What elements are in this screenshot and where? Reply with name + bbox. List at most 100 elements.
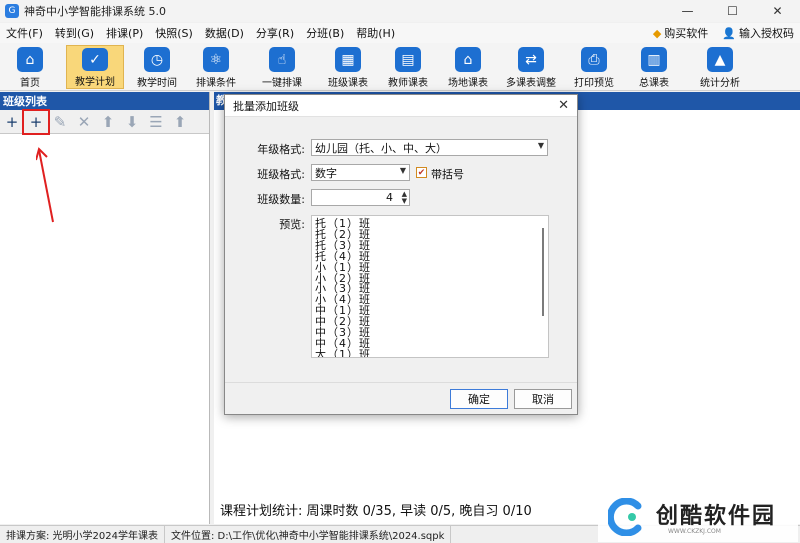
master-timetable-button[interactable]: ▥ 总课表 bbox=[630, 45, 678, 89]
buy-software-label: 购买软件 bbox=[664, 27, 709, 40]
preview-list[interactable]: 托（1）班 托（2）班 托（3）班 托（4）班 小（1）班 小（2）班 小（3）… bbox=[311, 215, 549, 358]
title-bar: G 神奇中小学智能排课系统 5.0 — ☐ ✕ bbox=[0, 0, 800, 22]
preview-scrollbar[interactable] bbox=[542, 228, 544, 316]
maximize-icon[interactable]: ☐ bbox=[710, 0, 755, 22]
menu-goto[interactable]: 转到(G) bbox=[49, 25, 100, 41]
one-click-schedule-label: 一键排课 bbox=[262, 78, 302, 89]
multi-timetable-adjust-button[interactable]: ⇄ 多课表调整 bbox=[500, 45, 562, 89]
diamond-icon: ◆ bbox=[652, 27, 662, 40]
batch-add-icon[interactable]: + bbox=[22, 108, 50, 135]
stepper-arrows-icon[interactable]: ▲ ▼ bbox=[402, 191, 407, 205]
class-format-label: 班级格式: bbox=[257, 168, 305, 181]
dialog-footer: 确定 取消 bbox=[225, 382, 577, 414]
move-up-icon[interactable]: ⬆ bbox=[96, 111, 120, 133]
watermark-url: WWW.CKZKJ.COM bbox=[668, 528, 721, 535]
watermark-text: 创酷软件园 bbox=[656, 504, 777, 529]
building-icon: ⌂ bbox=[455, 47, 481, 72]
conditions-icon: ⚛ bbox=[203, 47, 229, 72]
chevron-down-icon: ▼ bbox=[399, 166, 406, 175]
brand-logo-icon bbox=[608, 498, 642, 536]
class-list[interactable] bbox=[0, 138, 209, 524]
menu-share[interactable]: 分享(R) bbox=[250, 25, 300, 41]
batch-add-class-dialog: 批量添加班级 ✕ 年级格式: 幼儿园（托、小、中、大） ▼ 班级格式: 数字 ▼… bbox=[224, 94, 578, 415]
app-icon: G bbox=[5, 4, 19, 18]
close-window-icon[interactable]: ✕ bbox=[755, 0, 800, 22]
move-top-icon[interactable]: ⬆ bbox=[168, 111, 192, 133]
class-count-value: 4 bbox=[386, 191, 393, 204]
license-label: 输入授权码 bbox=[739, 27, 794, 40]
menu-schedule[interactable]: 排课(P) bbox=[100, 25, 149, 41]
teacher-icon: ▤ bbox=[395, 47, 421, 72]
license-link[interactable]: 👤 输入授权码 bbox=[722, 25, 794, 41]
menu-snapshot[interactable]: 快照(S) bbox=[149, 25, 199, 41]
venue-timetable-button[interactable]: ⌂ 场地课表 bbox=[442, 45, 494, 89]
user-icon: 👤 bbox=[722, 27, 736, 40]
class-list-title: 班级列表 bbox=[0, 92, 209, 110]
venue-timetable-label: 场地课表 bbox=[448, 78, 488, 89]
class-format-value: 数字 bbox=[315, 166, 337, 180]
bracket-checkbox[interactable]: ✔ bbox=[416, 167, 427, 178]
bracket-checkbox-label: 带括号 bbox=[431, 168, 464, 181]
main-toolbar: ⌂ 首页 ✓ 教学计划 ◷ 教学时间 ⚛ 排课条件 ☝ 一键排课 ▦ 班级课表 … bbox=[0, 43, 800, 91]
multi-timetable-adjust-label: 多课表调整 bbox=[506, 78, 556, 89]
menu-file[interactable]: 文件(F) bbox=[0, 25, 49, 41]
chevron-down-icon: ▼ bbox=[537, 141, 544, 150]
teaching-plan-button[interactable]: ✓ 教学计划 bbox=[66, 45, 124, 89]
printer-icon: ⎙ bbox=[581, 47, 607, 72]
teaching-time-label: 教学时间 bbox=[137, 78, 177, 89]
home-label: 首页 bbox=[20, 78, 40, 89]
minimize-icon[interactable]: — bbox=[665, 0, 710, 22]
schedule-conditions-label: 排课条件 bbox=[196, 78, 236, 89]
class-count-stepper[interactable]: 4 ▲ ▼ bbox=[311, 189, 410, 206]
class-timetable-button[interactable]: ▦ 班级课表 bbox=[322, 45, 374, 89]
class-count-label: 班级数量: bbox=[257, 193, 305, 206]
delete-icon[interactable]: ✕ bbox=[72, 111, 96, 133]
teaching-plan-label: 教学计划 bbox=[75, 77, 115, 88]
dialog-close-icon[interactable]: ✕ bbox=[558, 98, 569, 113]
grade-format-select[interactable]: 幼儿园（托、小、中、大） ▼ bbox=[311, 139, 548, 156]
add-icon[interactable]: + bbox=[0, 111, 24, 133]
ok-button[interactable]: 确定 bbox=[450, 389, 508, 409]
buy-software-link[interactable]: ◆ 购买软件 bbox=[653, 25, 708, 41]
calendar-grid-icon: ▦ bbox=[335, 47, 361, 72]
cancel-button[interactable]: 取消 bbox=[514, 389, 572, 409]
menu-help[interactable]: 帮助(H) bbox=[350, 25, 401, 41]
preview-line: 大（1）班 bbox=[315, 347, 371, 358]
one-click-schedule-button[interactable]: ☝ 一键排课 bbox=[256, 45, 308, 89]
adjust-icon: ⇄ bbox=[518, 47, 544, 72]
print-preview-button[interactable]: ⎙ 打印预览 bbox=[568, 45, 620, 89]
home-button[interactable]: ⌂ 首页 bbox=[8, 45, 52, 89]
class-format-select[interactable]: 数字 ▼ bbox=[311, 164, 410, 181]
schedule-conditions-button[interactable]: ⚛ 排课条件 bbox=[190, 45, 242, 89]
dialog-title: 批量添加班级 bbox=[225, 95, 577, 117]
pointer-hand-icon: ☝ bbox=[269, 47, 295, 72]
watermark: 创酷软件园 WWW.CKZKJ.COM bbox=[598, 488, 798, 542]
statistics-button[interactable]: ▲ 统计分析 bbox=[694, 45, 746, 89]
menu-data[interactable]: 数据(D) bbox=[199, 25, 250, 41]
edit-icon[interactable]: ✎ bbox=[48, 111, 72, 133]
class-timetable-label: 班级课表 bbox=[328, 78, 368, 89]
course-plan-stats: 课程计划统计: 周课时数 0/35, 早读 0/5, 晚自习 0/10 bbox=[220, 504, 532, 519]
preview-label: 预览: bbox=[279, 218, 305, 231]
sort-icon[interactable]: ☰ bbox=[144, 111, 168, 133]
move-down-icon[interactable]: ⬇ bbox=[120, 111, 144, 133]
grade-format-label: 年级格式: bbox=[257, 143, 305, 156]
home-icon: ⌂ bbox=[17, 47, 43, 72]
bar-chart-icon: ▲ bbox=[707, 47, 733, 72]
teacher-timetable-label: 教师课表 bbox=[388, 78, 428, 89]
menu-divide-class[interactable]: 分班(B) bbox=[300, 25, 350, 41]
file-location-status: 文件位置: D:\工作\优化\神奇中小学智能排课系统\2024.sqpk bbox=[165, 525, 452, 543]
clipboard-check-icon: ✓ bbox=[82, 48, 108, 71]
teacher-timetable-button[interactable]: ▤ 教师课表 bbox=[382, 45, 434, 89]
teaching-time-button[interactable]: ◷ 教学时间 bbox=[130, 45, 184, 89]
master-timetable-label: 总课表 bbox=[639, 78, 669, 89]
class-list-toolbar: + + ✎ ✕ ⬆ ⬇ ☰ ⬆ bbox=[0, 108, 209, 135]
table-icon: ▥ bbox=[641, 47, 667, 72]
print-preview-label: 打印预览 bbox=[574, 78, 614, 89]
statistics-label: 统计分析 bbox=[700, 78, 740, 89]
schedule-plan-status: 排课方案: 光明小学2024学年课表 bbox=[0, 525, 165, 543]
annotation-arrow-icon bbox=[36, 147, 54, 223]
window-title: 神奇中小学智能排课系统 5.0 bbox=[24, 5, 166, 18]
clock-icon: ◷ bbox=[144, 47, 170, 72]
class-list-panel: 班级列表 + + ✎ ✕ ⬆ ⬇ ☰ ⬆ bbox=[0, 92, 210, 524]
